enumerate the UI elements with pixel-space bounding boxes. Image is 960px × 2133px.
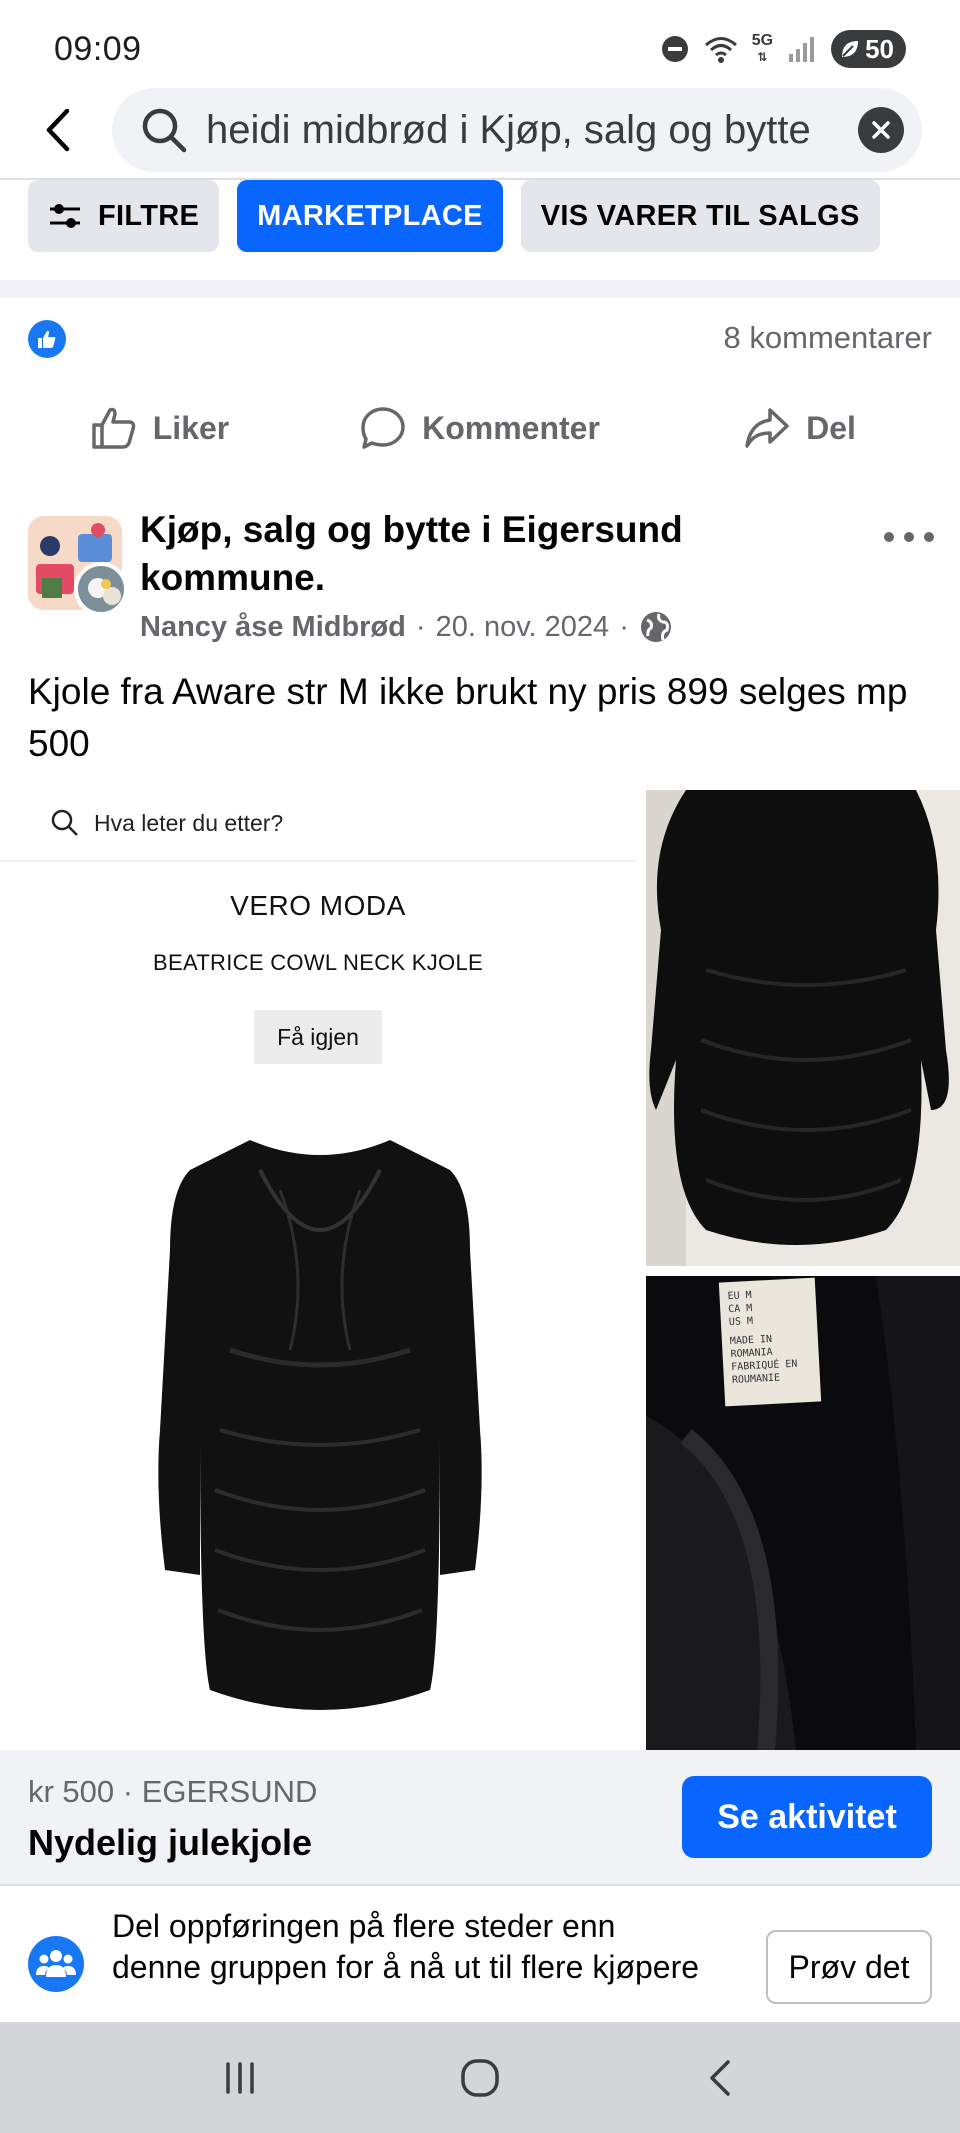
dot-icon bbox=[924, 532, 934, 542]
section-separator bbox=[0, 280, 960, 298]
listing-price-location: kr 500 · EGERSUND bbox=[28, 1774, 318, 1809]
status-bar: 09:09 5G ⇅ 50 bbox=[0, 0, 960, 86]
recent-apps-button[interactable] bbox=[200, 2038, 280, 2118]
author-photo bbox=[78, 566, 124, 612]
share-label: Del bbox=[806, 409, 856, 446]
sliders-icon bbox=[48, 202, 82, 230]
see-activity-button[interactable]: Se aktivitet bbox=[682, 1776, 932, 1858]
battery-level: 50 bbox=[865, 33, 894, 64]
more-options-button[interactable] bbox=[884, 522, 934, 552]
system-back-button[interactable] bbox=[680, 2038, 760, 2118]
network-type: 5G bbox=[751, 32, 774, 49]
search-icon bbox=[51, 809, 78, 836]
search-icon bbox=[142, 108, 187, 153]
filter-label: FILTRE bbox=[98, 199, 200, 232]
photo-size-label[interactable]: EU M CA M US M MADE IN ROMANIA FABRIQUÉ … bbox=[646, 1276, 960, 1750]
dress-hanging-image bbox=[646, 790, 960, 1266]
share-button[interactable]: Del bbox=[640, 392, 960, 464]
5g-icon: 5G ⇅ bbox=[752, 33, 773, 65]
like-reaction-icon[interactable] bbox=[28, 320, 66, 358]
chevron-left-icon bbox=[710, 2059, 730, 2096]
battery-icon: 50 bbox=[831, 30, 906, 68]
listing-bar[interactable]: kr 500 · EGERSUND Nydelig julekjole Se a… bbox=[0, 1750, 960, 1884]
filter-button[interactable]: FILTRE bbox=[28, 180, 220, 252]
search-input[interactable]: heidi midbrød i Kjøp, salg og bytte bbox=[112, 88, 922, 172]
comments-count[interactable]: 8 kommentarer bbox=[724, 320, 932, 356]
post-header: Kjøp, salg og bytte i Eigersund kommune.… bbox=[0, 506, 960, 656]
recent-apps-icon bbox=[226, 2061, 254, 2094]
dot-icon bbox=[904, 532, 914, 542]
search-header: heidi midbrød i Kjøp, salg og bytte bbox=[0, 86, 960, 178]
try-it-button[interactable]: Prøv det bbox=[766, 1930, 932, 2004]
back-arrow-icon bbox=[46, 108, 70, 152]
photo-divider bbox=[0, 860, 636, 862]
wifi-icon bbox=[704, 34, 738, 64]
home-icon bbox=[461, 2058, 499, 2097]
home-button[interactable] bbox=[440, 2038, 520, 2118]
search-query: heidi midbrød i Kjøp, salg og bytte bbox=[206, 107, 811, 152]
marketplace-label: MARKETPLACE bbox=[257, 199, 483, 232]
promo-text: Del oppføringen på flere steder enn denn… bbox=[112, 1908, 700, 1985]
reactions-summary: 8 kommentarer bbox=[0, 312, 960, 366]
author-avatar[interactable] bbox=[74, 562, 128, 616]
clear-search-button[interactable] bbox=[858, 107, 904, 153]
post-actions: Liker Kommenter Del bbox=[0, 392, 960, 464]
meta-separator: · bbox=[619, 610, 629, 643]
group-icon bbox=[28, 1936, 84, 1992]
signal-icon bbox=[787, 34, 817, 64]
comment-button[interactable]: Kommenter bbox=[320, 392, 640, 464]
photo-search-placeholder: Hva leter du etter? bbox=[94, 809, 284, 836]
like-label: Liker bbox=[152, 409, 230, 446]
like-button[interactable]: Liker bbox=[0, 392, 320, 464]
filter-chips: FILTRE MARKETPLACE VIS VARER TIL SALGS bbox=[28, 180, 880, 252]
photo-screenshot-product[interactable]: Hva leter du etter? VERO MODA BEATRICE C… bbox=[0, 790, 636, 1750]
close-icon bbox=[872, 121, 890, 139]
status-time: 09:09 bbox=[54, 30, 142, 68]
back-button[interactable] bbox=[30, 102, 86, 158]
post-text: Kjole fra Aware str M ikke brukt ny pris… bbox=[28, 671, 908, 764]
listing-title: Nydelig julekjole bbox=[28, 1822, 313, 1863]
dot-icon bbox=[884, 532, 894, 542]
comment-icon bbox=[361, 407, 405, 449]
photo-button: Få igjen bbox=[254, 1010, 382, 1064]
comment-label: Kommenter bbox=[422, 409, 600, 446]
items-for-sale-chip[interactable]: VIS VARER TIL SALGS bbox=[520, 180, 880, 252]
author-name[interactable]: Nancy åse Midbrød bbox=[140, 611, 406, 644]
thumbs-up-icon bbox=[92, 407, 135, 449]
leaf-icon bbox=[842, 41, 859, 57]
marketplace-chip[interactable]: MARKETPLACE bbox=[237, 180, 503, 252]
share-icon bbox=[745, 408, 789, 448]
group-name[interactable]: Kjøp, salg og bytte i Eigersund kommune. bbox=[140, 506, 780, 602]
status-icons: 5G ⇅ 50 bbox=[660, 30, 906, 68]
label-line: US M bbox=[728, 1315, 754, 1329]
label-line: ROUMANIE bbox=[731, 1372, 781, 1387]
globe-icon bbox=[640, 612, 671, 642]
photo-dress-hanging[interactable] bbox=[646, 790, 960, 1266]
size-label-tag: EU M CA M US M MADE IN ROMANIA FABRIQUÉ … bbox=[718, 1277, 822, 1407]
items-for-sale-label: VIS VARER TIL SALGS bbox=[540, 199, 860, 232]
photo-brand: VERO MODA bbox=[230, 890, 406, 921]
post-date[interactable]: 20. nov. 2024 bbox=[436, 611, 610, 644]
photo-search-bar: Hva leter du etter? bbox=[50, 808, 283, 838]
share-promo: Del oppføringen på flere steder enn denn… bbox=[0, 1884, 960, 2024]
dnd-icon bbox=[660, 34, 690, 64]
data-arrows-icon: ⇅ bbox=[757, 50, 768, 64]
meta-separator: · bbox=[415, 610, 426, 643]
system-nav-bar bbox=[0, 2022, 960, 2133]
dress-image bbox=[158, 1140, 482, 1710]
post-meta: Nancy åse Midbrød · 20. nov. 2024 · bbox=[140, 610, 673, 644]
post-photos: Hva leter du etter? VERO MODA BEATRICE C… bbox=[0, 790, 960, 1750]
photo-product-name: BEATRICE COWL NECK KJOLE bbox=[153, 950, 483, 975]
